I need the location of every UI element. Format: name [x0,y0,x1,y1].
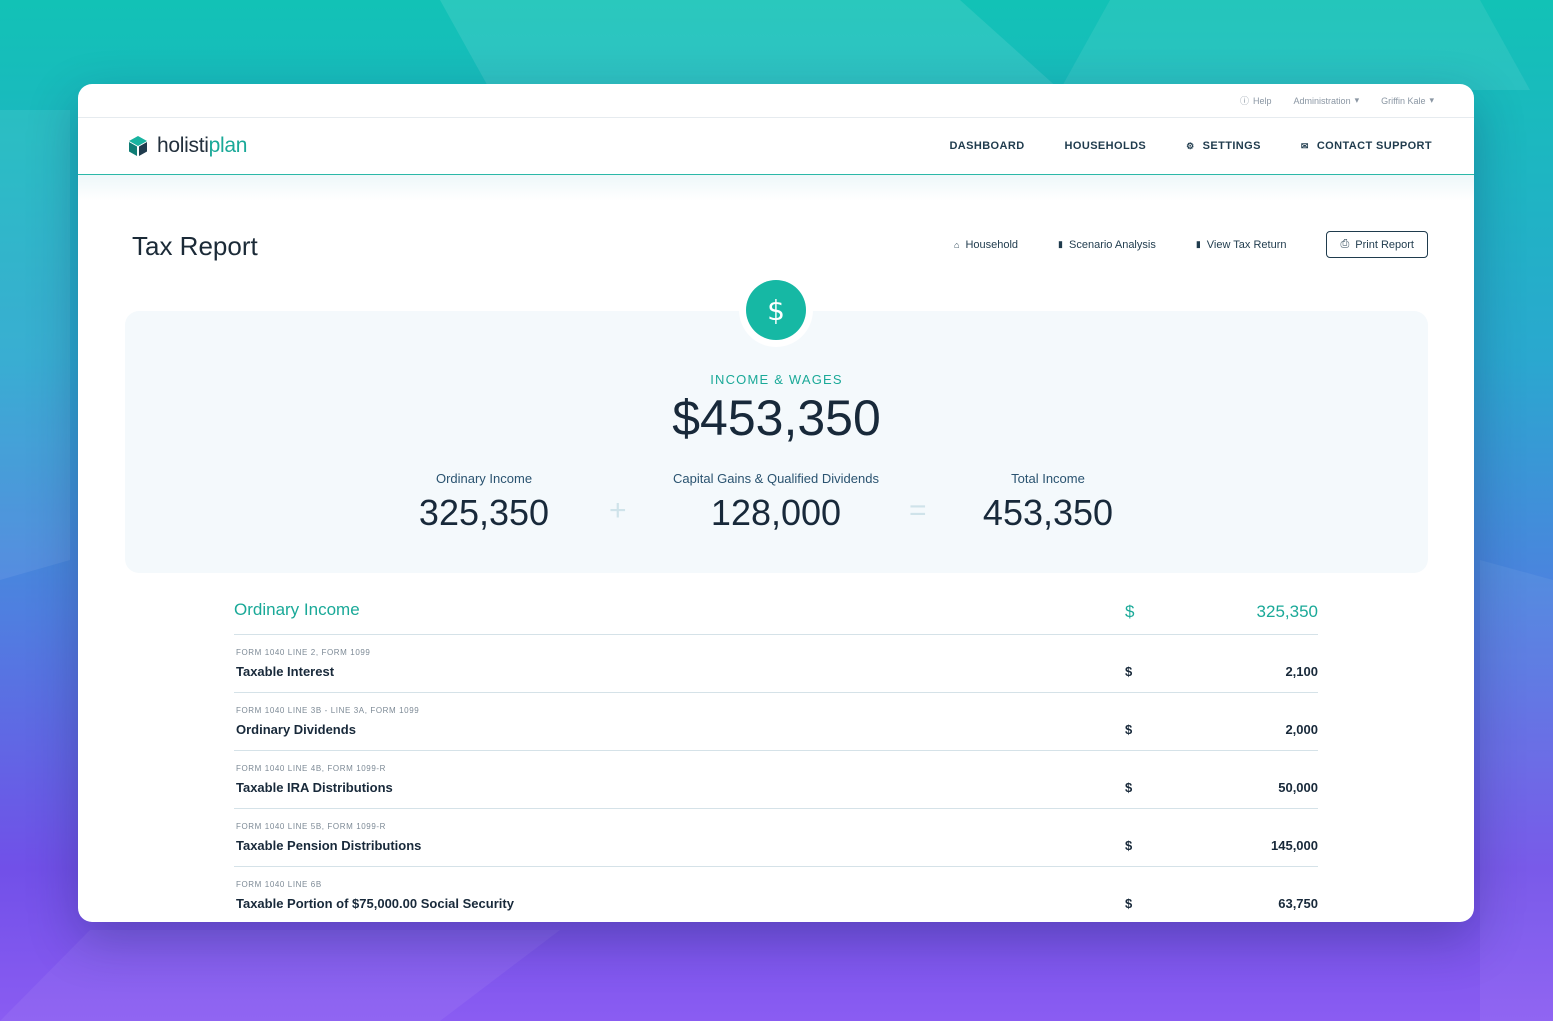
row-label: Taxable Interest [236,664,335,679]
section-amount: 325,350 [1256,602,1318,621]
app-window: ⓘ Help Administration ▾ Griffin Kale ▾ h… [78,84,1474,922]
nav-dashboard[interactable]: DASHBOARD [949,140,1024,152]
section-title: Ordinary Income [234,600,360,619]
utility-bar: ⓘ Help Administration ▾ Griffin Kale ▾ [78,84,1474,118]
form-reference: FORM 1040 LINE 6B [236,880,322,889]
main-navbar: holistiplan DASHBOARD HOUSEHOLDS ⚙ SETTI… [78,118,1474,175]
envelope-icon: ✉ [1300,140,1309,151]
row-label: Taxable Portion of $75,000.00 Social Sec… [236,896,514,911]
summary-label: INCOME & WAGES [710,372,843,387]
page-title: Tax Report [132,231,258,261]
currency-symbol: $ [1125,780,1133,795]
chevron-down-icon: ▾ [1354,95,1360,105]
document-icon: ▮ [1195,239,1201,249]
row-amount: 2,100 [1285,664,1318,679]
print-report-button[interactable]: ⎙ Print Report [1326,231,1428,258]
home-icon: ⌂ [954,239,960,250]
form-reference: FORM 1040 LINE 2, FORM 1099 [236,648,371,657]
logo-text: holistiplan [157,134,248,157]
table-row: FORM 1040 LINE 6B Taxable Portion of $75… [234,867,1318,922]
capital-gains-label: Capital Gains & Qualified Dividends [673,471,879,486]
row-amount: 145,000 [1271,838,1318,853]
ordinary-income-value: 325,350 [418,492,550,533]
ordinary-income-table: Ordinary Income $ 325,350 FORM 1040 LINE… [234,594,1318,922]
user-menu[interactable]: Griffin Kale ▾ [1381,95,1434,106]
form-reference: FORM 1040 LINE 4B, FORM 1099-R [236,764,387,773]
administration-menu[interactable]: Administration ▾ [1294,95,1360,106]
plus-sign: + [609,494,627,527]
page-actions: ⌂ Household ▮ Scenario Analysis ▮ View T… [954,231,1428,258]
help-label: Help [1253,95,1272,106]
form-reference: FORM 1040 LINE 3B - LINE 3A, FORM 1099 [236,706,420,715]
currency-symbol: $ [1125,896,1133,911]
chevron-down-icon: ▾ [1429,95,1434,105]
row-label: Taxable IRA Distributions [236,780,393,795]
ordinary-income-header-row: Ordinary Income $ 325,350 [234,594,1318,635]
printer-icon: ⎙ [1340,238,1350,250]
currency-symbol: $ [1125,722,1133,737]
table-row: FORM 1040 LINE 5B, FORM 1099-R Taxable P… [234,809,1318,867]
table-row: FORM 1040 LINE 4B, FORM 1099-R Taxable I… [234,751,1318,809]
row-amount: 50,000 [1278,780,1318,795]
total-income-summary: Total Income 453,350 [918,471,1178,534]
nav-shadow [78,175,1474,201]
cube-logo-icon [129,136,147,156]
user-name: Griffin Kale [1381,95,1426,106]
primary-nav: DASHBOARD HOUSEHOLDS ⚙ SETTINGS ✉ CONTAC… [949,140,1432,152]
row-label: Taxable Pension Distributions [236,838,422,853]
row-amount: 2,000 [1285,722,1318,737]
administration-label: Administration [1293,95,1351,106]
table-row: FORM 1040 LINE 3B - LINE 3A, FORM 1099 O… [234,693,1318,751]
household-link[interactable]: ⌂ Household [954,239,1018,251]
currency-symbol: $ [1125,838,1133,853]
row-amount: 63,750 [1278,896,1318,911]
holistiplan-logo[interactable]: holistiplan [126,134,247,158]
table-row: FORM 1040 LINE 2, FORM 1099 Taxable Inte… [234,635,1318,693]
currency-symbol: $ [1125,602,1135,621]
gear-icon: ⚙ [1186,140,1195,151]
scenario-analysis-link[interactable]: ▮ Scenario Analysis [1058,239,1156,251]
currency-symbol: $ [1125,664,1133,679]
form-reference: FORM 1040 LINE 5B, FORM 1099-R [236,822,387,831]
nav-settings[interactable]: ⚙ SETTINGS [1186,140,1261,152]
capital-gains-value: 128,000 [710,492,842,533]
help-link[interactable]: ⓘ Help [1240,94,1272,107]
help-icon: ⓘ [1240,96,1250,106]
nav-contact-support[interactable]: ✉ CONTACT SUPPORT [1301,140,1432,152]
row-label: Ordinary Dividends [236,722,356,737]
summary-total: $453,350 [672,390,881,446]
total-income-label: Total Income [1011,471,1085,486]
capital-gains-summary: Capital Gains & Qualified Dividends 128,… [646,471,906,534]
dollar-icon: $ [746,280,806,340]
document-icon: ▮ [1058,239,1063,249]
view-tax-return-link[interactable]: ▮ View Tax Return [1196,239,1287,251]
nav-households[interactable]: HOUSEHOLDS [1065,140,1147,152]
ordinary-income-label: Ordinary Income [435,471,533,486]
total-income-value: 453,350 [982,492,1114,533]
income-summary-panel: INCOME & WAGES $453,350 Ordinary Income … [125,311,1428,573]
ordinary-income-summary: Ordinary Income 325,350 [354,471,614,534]
